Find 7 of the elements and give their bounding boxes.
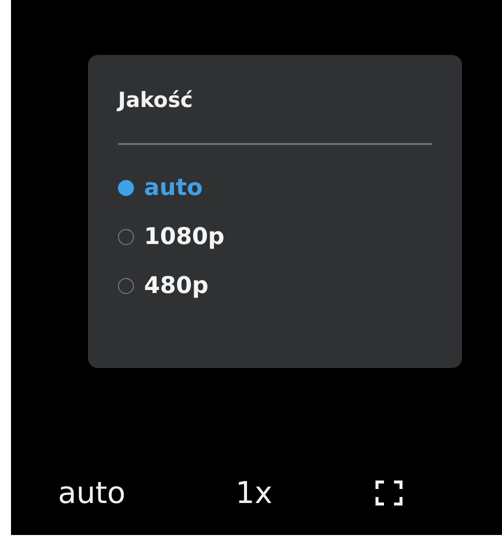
- fullscreen-icon[interactable]: [375, 480, 404, 506]
- menu-title: Jakość: [118, 87, 194, 114]
- quality-option[interactable]: auto: [118, 163, 432, 212]
- speed-button[interactable]: 1x: [236, 476, 272, 510]
- quality-button[interactable]: auto: [58, 476, 126, 510]
- quality-option[interactable]: 480p: [118, 261, 432, 310]
- quality-option[interactable]: 1080p: [118, 212, 432, 261]
